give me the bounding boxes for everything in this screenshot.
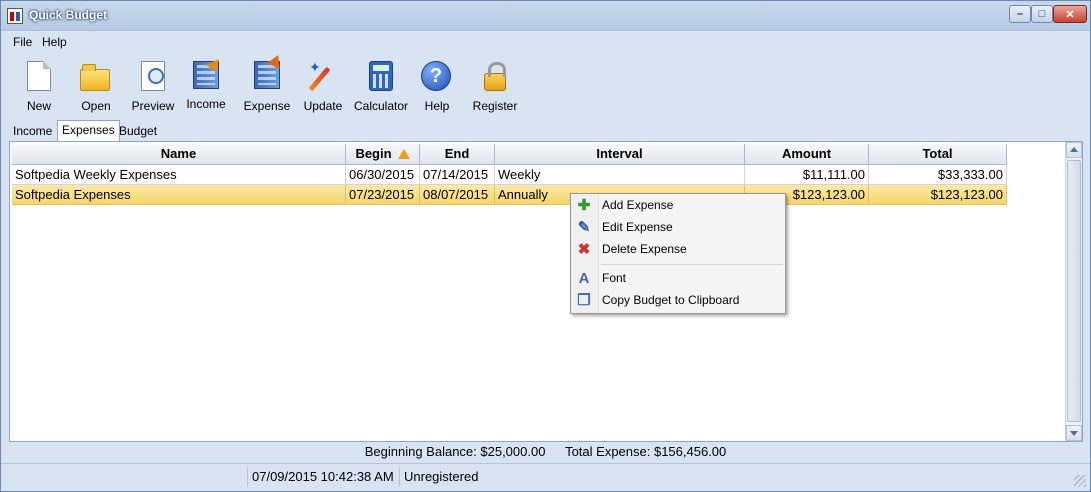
column-header-name[interactable]: Name [12, 144, 346, 165]
cell-begin: 07/23/2015 [346, 185, 420, 205]
cell-name: Softpedia Weekly Expenses [12, 165, 346, 185]
vertical-scrollbar[interactable] [1065, 142, 1082, 441]
app-window: Quick Budget – □ ✕ File Help New Open Pr… [0, 0, 1091, 492]
cell-amount: $11,111.00 [745, 165, 869, 185]
update-wand-icon [307, 59, 339, 95]
sort-ascending-icon [397, 149, 410, 159]
menu-help[interactable]: Help [42, 35, 67, 49]
tab-budget[interactable]: Budget [115, 122, 161, 140]
expense-icon [251, 55, 286, 95]
cell-total: $33,333.00 [869, 165, 1007, 185]
open-folder-icon [80, 61, 112, 95]
lock-icon [479, 61, 511, 95]
help-button[interactable]: ? Help [407, 59, 467, 117]
title-bar[interactable]: Quick Budget – □ ✕ [1, 1, 1090, 31]
expense-label: Expense [243, 99, 291, 113]
help-icon: ? [421, 61, 453, 95]
context-copy-budget-label: Copy Budget to Clipboard [602, 293, 740, 307]
cell-end: 07/14/2015 [420, 165, 495, 185]
income-icon [190, 55, 225, 95]
column-header-end[interactable]: End [420, 144, 495, 165]
cell-end: 08/07/2015 [420, 185, 495, 205]
calculator-button[interactable]: Calculator [351, 59, 411, 117]
context-add-expense[interactable]: ✚ Add Expense [573, 195, 783, 216]
register-label: Register [472, 99, 518, 113]
expenses-grid: Name Begin End Interval Amount Total Sof… [9, 141, 1083, 442]
copy-icon: ❐ [577, 292, 591, 309]
column-header-begin[interactable]: Begin [346, 144, 420, 165]
income-label: Income [186, 97, 226, 111]
window-title: Quick Budget [29, 8, 108, 22]
tab-expenses[interactable]: Expenses [57, 120, 120, 141]
close-button[interactable]: ✕ [1053, 5, 1087, 23]
preview-button[interactable]: Preview [123, 59, 183, 117]
column-header-amount[interactable]: Amount [745, 144, 869, 165]
column-header-interval[interactable]: Interval [495, 144, 745, 165]
register-button[interactable]: Register [465, 59, 525, 117]
context-copy-budget[interactable]: ❐ Copy Budget to Clipboard [573, 290, 783, 311]
context-edit-expense[interactable]: ✎ Edit Expense [573, 217, 783, 238]
resize-grip[interactable] [1074, 475, 1086, 487]
cell-interval: Weekly [495, 165, 745, 185]
expense-button[interactable]: Expense [237, 55, 297, 117]
new-label: New [26, 99, 51, 113]
scroll-down-button[interactable] [1066, 425, 1082, 441]
context-edit-expense-label: Edit Expense [602, 220, 673, 234]
column-header-begin-label: Begin [355, 146, 392, 161]
context-font[interactable]: A Font [573, 268, 783, 289]
new-button[interactable]: New [9, 59, 69, 117]
scroll-up-button[interactable] [1066, 142, 1082, 158]
context-delete-expense-label: Delete Expense [602, 242, 687, 256]
column-header-total[interactable]: Total [869, 144, 1007, 165]
font-icon: A [578, 270, 590, 287]
context-font-label: Font [602, 271, 627, 285]
scroll-thumb[interactable] [1067, 160, 1081, 422]
delete-icon: ✖ [577, 241, 591, 258]
edit-icon: ✎ [577, 219, 591, 236]
beginning-balance: Beginning Balance: $25,000.00 [364, 444, 546, 459]
menu-bar: File Help [1, 31, 1090, 53]
calculator-icon [365, 61, 397, 95]
maximize-button[interactable]: □ [1031, 5, 1053, 23]
minimize-button[interactable]: – [1009, 5, 1031, 23]
preview-label: Preview [131, 99, 175, 113]
cell-name: Softpedia Expenses [12, 185, 346, 205]
status-registration: Unregistered [399, 467, 599, 487]
tab-income[interactable]: Income [9, 122, 56, 140]
cell-begin: 06/30/2015 [346, 165, 420, 185]
update-label: Update [303, 99, 343, 113]
menu-file[interactable]: File [13, 35, 32, 49]
context-delete-expense[interactable]: ✖ Delete Expense [573, 239, 783, 260]
add-icon: ✚ [577, 197, 591, 214]
open-label: Open [81, 99, 111, 113]
income-button[interactable]: Income [176, 55, 236, 117]
new-document-icon [23, 61, 55, 95]
calculator-label: Calculator [353, 99, 409, 113]
total-expense: Total Expense: $156,456.00 [565, 444, 727, 459]
toolbar: New Open Preview Income Expense Update C… [1, 53, 1090, 119]
update-button[interactable]: Update [293, 59, 353, 117]
help-label: Help [424, 99, 450, 113]
open-button[interactable]: Open [66, 59, 126, 117]
context-menu: ✚ Add Expense ✎ Edit Expense ✖ Delete Ex… [570, 193, 786, 314]
app-icon[interactable] [7, 8, 23, 24]
status-datetime: 07/09/2015 10:42:38 AM [247, 467, 397, 487]
balance-bar: Beginning Balance: $25,000.00 Total Expe… [1, 442, 1090, 462]
status-bar: 07/09/2015 10:42:38 AM Unregistered [1, 463, 1090, 491]
preview-icon [137, 61, 169, 95]
context-separator [601, 264, 783, 265]
cell-total: $123,123.00 [869, 185, 1007, 205]
context-add-expense-label: Add Expense [602, 198, 674, 212]
